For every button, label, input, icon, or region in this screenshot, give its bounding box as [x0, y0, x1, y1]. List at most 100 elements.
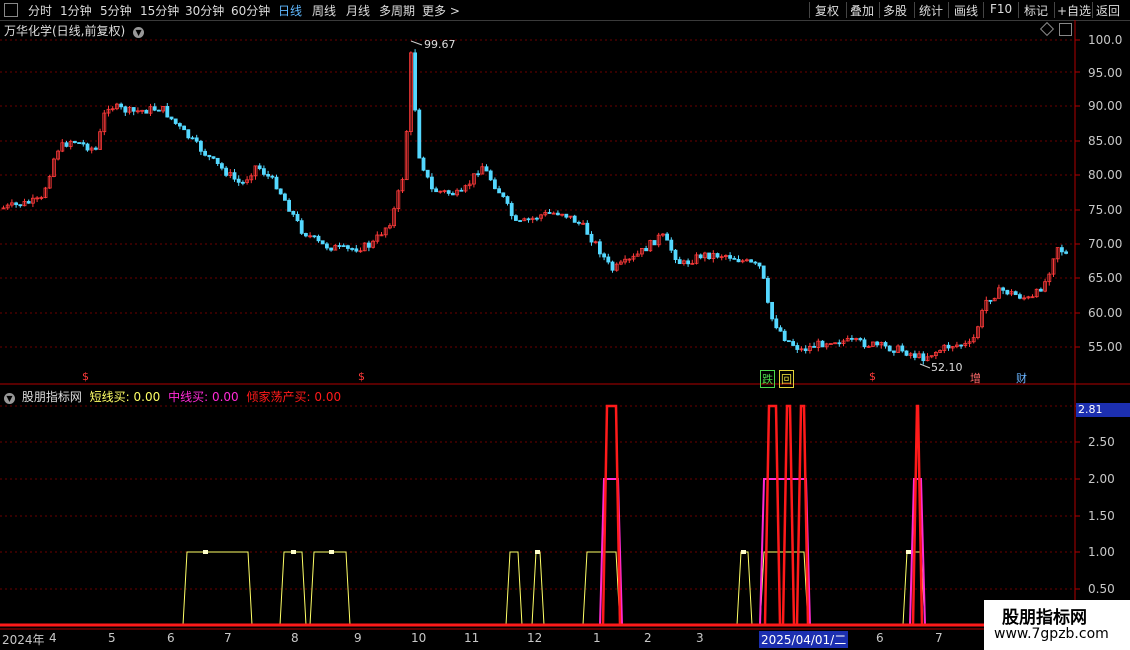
candle-body [257, 165, 262, 170]
y-tick: 70.00 [1088, 237, 1123, 251]
candle-body [94, 147, 98, 150]
indicator-name: 股朋指标网 [21, 390, 82, 404]
candle-body [812, 345, 816, 348]
candle-body [324, 243, 329, 249]
candle-body [665, 233, 669, 241]
x-tick: 6 [167, 631, 175, 645]
x-tick: 1 [593, 631, 601, 645]
y-tick: 75.00 [1088, 203, 1123, 217]
candle-body [782, 330, 787, 342]
signal-dot [535, 550, 540, 554]
candle-body [501, 192, 506, 197]
candle-body [190, 137, 195, 140]
x-tick: 8 [291, 631, 299, 645]
candle-body [266, 174, 271, 177]
candle-body [732, 257, 737, 260]
candle-body [337, 245, 342, 247]
candle-body [686, 260, 690, 265]
candle-body [598, 241, 602, 255]
candle-body [413, 52, 418, 111]
candle-body [312, 235, 317, 238]
candle-body [459, 189, 464, 192]
candle-body [858, 338, 863, 341]
candle-body [203, 150, 208, 156]
signal-marker: 财 [1016, 372, 1027, 385]
candle-body [766, 277, 770, 303]
candle-body [509, 203, 514, 217]
low-price-label: 52.10 [931, 361, 963, 374]
candle-body [303, 233, 308, 237]
ind-y-tick: 2.00 [1088, 472, 1115, 486]
candle-body [64, 142, 69, 147]
candle-body [156, 109, 161, 112]
candle-body [345, 245, 350, 249]
candle-body [547, 212, 552, 214]
y-tick: 85.00 [1088, 134, 1123, 148]
candle-body [81, 142, 86, 145]
candle-body [211, 156, 216, 159]
candle-body [606, 256, 611, 263]
candle-body [921, 353, 926, 362]
candle-body [761, 265, 766, 279]
indicator-title: ▼ 股朋指标网 短线买: 0.00 中线买: 0.00 倾家荡产买: 0.00 [4, 388, 341, 405]
signal-marker: 回 [779, 370, 794, 388]
signal-marker: 跌 [760, 370, 775, 388]
candle-body [354, 248, 359, 252]
y-tick: 95.00 [1088, 66, 1123, 80]
candle-body [757, 262, 762, 267]
candle-body [514, 215, 518, 221]
candle-body [85, 143, 90, 151]
candle-body [518, 220, 522, 222]
candle-body [602, 253, 606, 258]
candle-body [77, 142, 81, 144]
candle-body [673, 249, 678, 260]
candle-body [73, 140, 77, 143]
candle-body [946, 344, 951, 349]
candle-body [173, 118, 178, 124]
candle-body [144, 109, 149, 114]
candle-body [270, 175, 275, 178]
candle-body [350, 248, 355, 250]
candle-body [429, 176, 434, 190]
candle-body [291, 210, 296, 215]
candle-body [892, 350, 896, 353]
candle-body [715, 253, 720, 258]
candle-body [240, 181, 245, 184]
candle-body [417, 109, 422, 159]
candle-body [837, 342, 842, 345]
candle-body [165, 106, 170, 118]
candle-body [526, 218, 531, 221]
candle-body [535, 217, 539, 220]
candle-body [434, 188, 439, 193]
x-tick: 5 [108, 631, 116, 645]
x-tick: 6 [876, 631, 884, 645]
candle-body [564, 213, 569, 218]
candle-body [1005, 289, 1010, 295]
candle-body [329, 247, 334, 251]
candle-body [152, 106, 157, 111]
candle-body [1013, 291, 1018, 296]
candle-body [778, 327, 783, 332]
signal-marker: 增 [970, 372, 981, 385]
candle-body [316, 235, 321, 242]
watermark-logo: 股朋指标网 www.7gpzb.com [984, 600, 1130, 650]
ind-y-tick: 2.50 [1088, 435, 1115, 449]
candle-body [728, 255, 732, 259]
candle-body [803, 348, 808, 352]
candle-body [677, 259, 682, 265]
dump-value: 0.00 [314, 390, 342, 404]
mid-label: 中线买: [168, 390, 209, 404]
candle-body [1064, 251, 1068, 254]
candle-body [450, 193, 455, 196]
candle-body [572, 215, 577, 223]
current-value-box: 2.81 [1076, 403, 1130, 417]
chevron-down-icon[interactable]: ▼ [4, 393, 15, 404]
ind-y-tick: 1.50 [1088, 509, 1115, 523]
candle-body [14, 202, 19, 206]
candle-body [770, 301, 774, 320]
candle-body [497, 188, 502, 194]
candle-body [577, 221, 581, 224]
kline-chart-area[interactable] [0, 0, 1130, 650]
signal-dot [741, 550, 746, 554]
candle-body [219, 163, 224, 169]
